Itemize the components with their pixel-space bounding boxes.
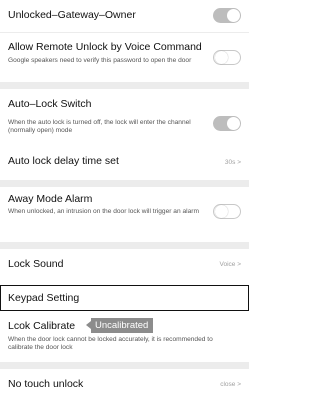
toggle-knob <box>215 51 228 64</box>
section-gap <box>0 180 249 187</box>
keypad-setting-label: Keypad Setting <box>8 292 80 304</box>
auto-lock-delay-label: Auto lock delay time set <box>8 155 119 167</box>
setting-row-lock-sound[interactable]: Lock Sound Voice > <box>0 249 249 283</box>
section-gap <box>0 242 249 249</box>
uncalibrated-badge: Uncalibrated <box>85 318 154 333</box>
toggle-knob <box>227 9 240 22</box>
lock-sound-value: Voice > <box>219 261 241 268</box>
setting-row-keypad-setting[interactable]: Keypad Setting <box>0 285 249 311</box>
section-gap <box>0 362 249 369</box>
lock-sound-label: Lock Sound <box>8 258 64 270</box>
setting-row-no-touch-unlock[interactable]: No touch unlock close > <box>0 369 249 399</box>
setting-row-auto-lock-switch: Auto–Lock Switch When the auto lock is t… <box>0 89 249 146</box>
setting-row-auto-lock-delay[interactable]: Auto lock delay time set 30s > <box>0 146 249 178</box>
toggle-knob <box>227 117 240 130</box>
away-mode-alarm-toggle[interactable] <box>213 204 241 219</box>
remote-unlock-voice-toggle[interactable] <box>213 50 241 65</box>
no-touch-unlock-value: close > <box>220 381 241 388</box>
section-gap <box>0 82 249 89</box>
auto-lock-switch-toggle[interactable] <box>213 116 241 131</box>
lock-calibrate-description: When the door lock cannot be locked accu… <box>8 336 213 352</box>
setting-row-away-mode-alarm: Away Mode Alarm When unlocked, an intrus… <box>0 187 249 242</box>
away-mode-alarm-label: Away Mode Alarm <box>8 193 93 205</box>
lock-calibrate-label: Lcok Calibrate <box>8 320 76 332</box>
away-mode-alarm-description: When unlocked, an intrusion on the door … <box>8 208 199 215</box>
auto-lock-switch-label: Auto–Lock Switch <box>8 98 92 110</box>
setting-row-unlocked-gateway-owner: Unlocked–Gateway–Owner <box>0 0 249 30</box>
remote-unlock-voice-description: Google speakers need to verify this pass… <box>8 57 192 64</box>
toggle-knob <box>215 205 228 218</box>
setting-row-remote-unlock-voice: Allow Remote Unlock by Voice Command Goo… <box>0 33 249 81</box>
no-touch-unlock-label: No touch unlock <box>8 378 84 390</box>
unlocked-gateway-owner-toggle[interactable] <box>213 8 241 23</box>
remote-unlock-voice-label: Allow Remote Unlock by Voice Command <box>8 41 202 53</box>
auto-lock-switch-description: When the auto lock is turned off, the lo… <box>8 119 191 135</box>
auto-lock-delay-value: 30s > <box>224 159 241 166</box>
unlocked-gateway-owner-label: Unlocked–Gateway–Owner <box>8 9 136 21</box>
